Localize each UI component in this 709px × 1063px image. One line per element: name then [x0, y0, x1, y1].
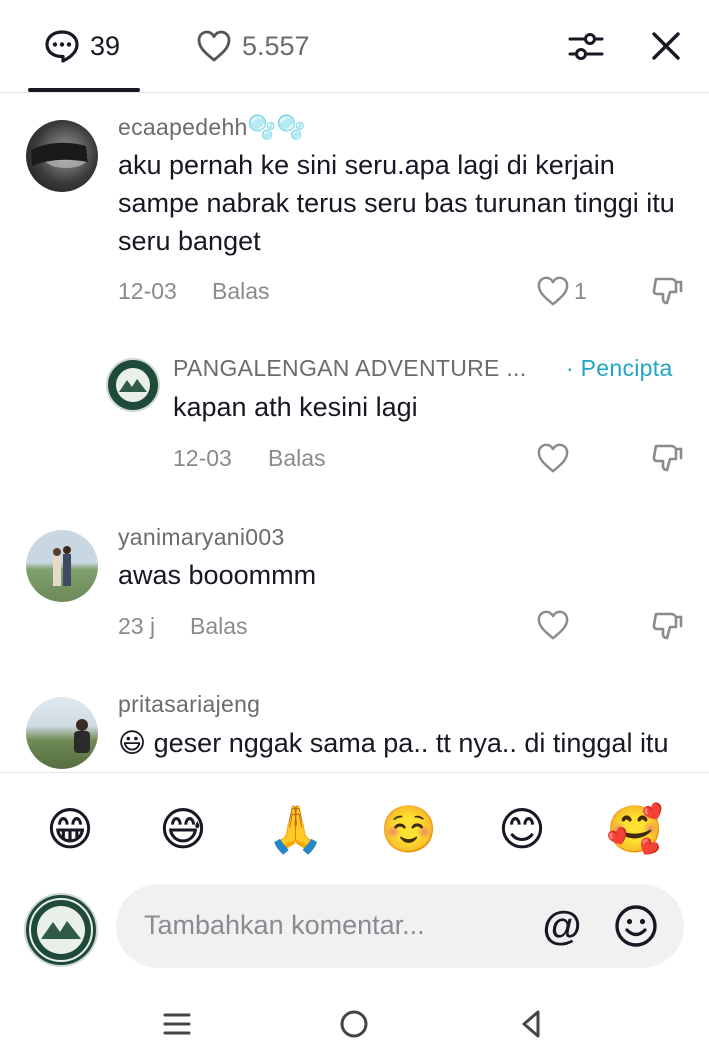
dislike-icon[interactable]	[650, 609, 684, 643]
emoji-pray-button[interactable]: 🙏	[266, 801, 326, 857]
heart-icon[interactable]	[536, 442, 570, 474]
emoji-sweat-smile-button[interactable]: 😅	[153, 801, 213, 857]
comment-text: awas booommm	[118, 560, 317, 590]
emoji-blush-button[interactable]: ☺️	[379, 801, 439, 857]
reply-date: 12-03	[173, 445, 232, 471]
reply-button[interactable]: Balas	[190, 613, 248, 640]
avatar[interactable]	[26, 697, 98, 769]
emoji-icon[interactable]	[612, 902, 660, 950]
home-circle-icon[interactable]	[338, 1008, 370, 1040]
mention-button[interactable]: @	[538, 902, 586, 950]
back-triangle-icon[interactable]	[516, 1008, 548, 1040]
close-icon[interactable]	[646, 26, 686, 66]
comments-count: 39	[90, 30, 121, 61]
comment-date: 23 j	[118, 613, 156, 639]
comment-text: aku pernah ke sini seru.apa lagi di kerj…	[118, 150, 675, 256]
emoji-smile-button[interactable]: 😊	[492, 801, 552, 857]
heart-icon[interactable]	[536, 609, 570, 641]
user-avatar	[24, 893, 98, 967]
comment-date: 12-03	[118, 278, 177, 304]
dislike-icon[interactable]	[650, 441, 684, 475]
tab-comments[interactable]: 39	[44, 28, 120, 64]
reply-button[interactable]: Balas	[212, 278, 270, 305]
emoji-grin-button[interactable]: 😁	[40, 801, 100, 857]
comment-username[interactable]: yanimaryani003	[118, 524, 285, 551]
like-count: 1	[574, 278, 587, 304]
reply-username[interactable]: PANGALENGAN ADVENTURE ...	[173, 355, 526, 382]
comment-input[interactable]: Tambahkan komentar... @	[116, 884, 684, 968]
avatar[interactable]	[26, 530, 98, 602]
dislike-icon[interactable]	[650, 274, 684, 308]
heart-icon	[197, 30, 231, 62]
avatar[interactable]	[26, 120, 98, 192]
emoji-hearts-button[interactable]: 🥰	[605, 801, 665, 857]
comment-icon	[45, 30, 79, 63]
system-nav-bar	[0, 990, 709, 1063]
tab-likes[interactable]: 5.557	[196, 28, 310, 64]
creator-avatar[interactable]	[106, 358, 160, 412]
comment-username[interactable]: ecaapedehh🫧🫧	[118, 114, 306, 141]
menu-icon[interactable]	[161, 1008, 193, 1040]
reply-text: kapan ath kesini lagi	[173, 392, 418, 422]
likes-count: 5.557	[242, 30, 310, 61]
filter-icon[interactable]	[566, 27, 606, 67]
heart-icon[interactable]	[536, 275, 570, 307]
creator-label: · Pencipta	[566, 355, 673, 381]
comment-username[interactable]: pritasariajeng	[118, 691, 260, 718]
comment-input-placeholder: Tambahkan komentar...	[144, 910, 425, 940]
header-divider	[0, 92, 709, 93]
emoji-quick-bar: 😁 😅 🙏 ☺️ 😊 🥰	[0, 772, 709, 878]
reply-button[interactable]: Balas	[268, 445, 326, 472]
comments-header: 39 5.557	[0, 0, 709, 92]
